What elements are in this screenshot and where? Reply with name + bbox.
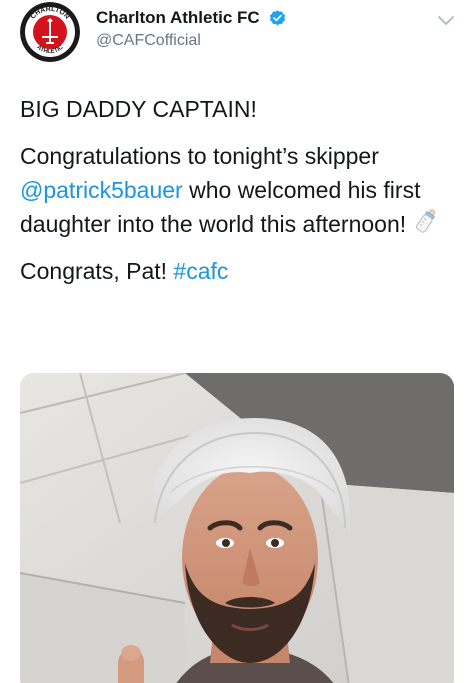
charlton-crest-icon: CHARLTON ATHLETIC xyxy=(20,2,80,62)
handle[interactable]: @CAFCofficial xyxy=(96,32,287,50)
tweet: CHARLTON ATHLETIC Charlton Athletic FC @… xyxy=(0,0,474,683)
tweet-text-segment: Congrats, Pat! xyxy=(20,258,174,284)
chevron-down-icon[interactable] xyxy=(436,10,456,30)
mention-link[interactable]: @patrick5bauer xyxy=(20,177,183,203)
baby-bottle-icon xyxy=(416,209,436,233)
selfie-photo-image xyxy=(20,373,454,683)
display-name[interactable]: Charlton Athletic FC xyxy=(96,8,260,28)
tweet-text-segment: Congratulations to tonight’s skipper xyxy=(20,143,379,169)
author-info[interactable]: Charlton Athletic FC @CAFCofficial xyxy=(96,8,287,50)
tweet-text: BIG DADDY CAPTAIN! Congratulations to to… xyxy=(20,92,460,301)
verified-badge-icon xyxy=(270,9,286,25)
tweet-line-1: BIG DADDY CAPTAIN! xyxy=(20,96,257,122)
tweet-paragraph-2: Congratulations to tonight’s skipper @pa… xyxy=(20,139,460,241)
hashtag-link[interactable]: #cafc xyxy=(173,258,228,284)
tweet-photo[interactable] xyxy=(20,373,454,683)
avatar[interactable]: CHARLTON ATHLETIC xyxy=(20,2,80,62)
tweet-paragraph-3: Congrats, Pat! #cafc xyxy=(20,254,460,288)
